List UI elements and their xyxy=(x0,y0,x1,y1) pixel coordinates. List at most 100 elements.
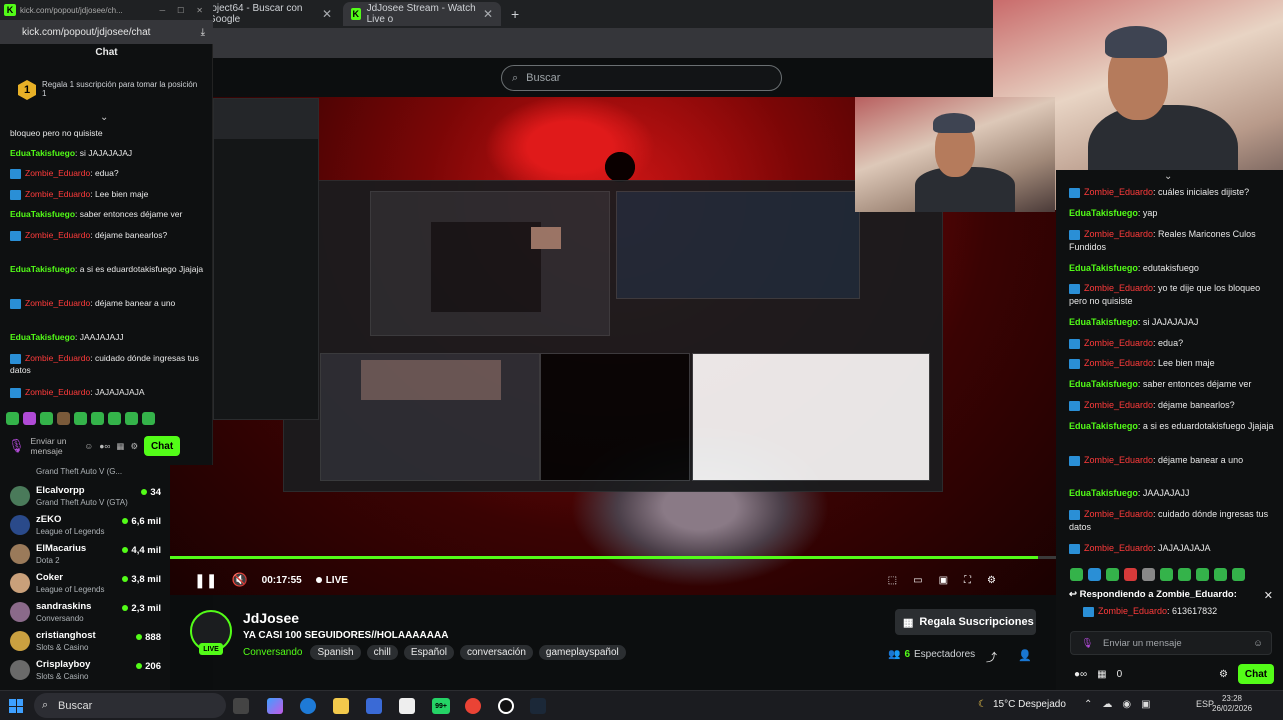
chat-username[interactable]: Zombie_Eduardo xyxy=(1084,283,1153,293)
close-icon[interactable]: ✕ xyxy=(483,7,493,21)
chat-username[interactable]: Zombie_Eduardo xyxy=(1084,543,1153,553)
chat-username[interactable]: EduaTakisfuego xyxy=(10,209,75,219)
emote-icon[interactable] xyxy=(1124,568,1137,581)
pinned-collapse-icon[interactable]: ⌄ xyxy=(1164,171,1172,182)
chat-username[interactable]: Zombie_Eduardo xyxy=(25,298,90,308)
send-chat-button[interactable]: Chat xyxy=(1238,664,1274,684)
gift-icon[interactable]: ▦ xyxy=(116,441,124,452)
emote-icon[interactable] xyxy=(1232,568,1245,581)
chat-username[interactable]: Zombie_Eduardo xyxy=(25,168,90,178)
download-icon[interactable]: ⤓ xyxy=(201,27,213,38)
chat-username[interactable]: Zombie_Eduardo xyxy=(1084,455,1153,465)
emote-icon[interactable] xyxy=(1196,568,1209,581)
browser-tab-google[interactable]: roject64 - Buscar con Google ✕ xyxy=(200,2,340,26)
tray-app-icon[interactable]: ◉ xyxy=(1122,699,1131,710)
tag-chip[interactable]: chill xyxy=(366,645,398,660)
chat-username[interactable]: EduaTakisfuego xyxy=(1069,263,1138,273)
pause-icon[interactable]: ❚❚ xyxy=(194,572,217,589)
edge-icon[interactable] xyxy=(300,698,316,714)
settings-gear-icon[interactable]: ⚙ xyxy=(987,575,996,586)
chat-username[interactable]: Zombie_Eduardo xyxy=(1084,229,1153,239)
points-icon[interactable]: ●∞ xyxy=(99,441,110,451)
steam-icon[interactable] xyxy=(530,698,546,714)
close-reply-icon[interactable]: ✕ xyxy=(1264,589,1273,602)
clip-icon[interactable]: ⬚ xyxy=(888,575,897,586)
share-icon[interactable]: ⤴ xyxy=(986,649,997,665)
recommended-channel[interactable]: Coker 3,8 mil League of Legends xyxy=(10,570,165,598)
settings-gear-icon[interactable]: ⚙ xyxy=(1219,669,1228,680)
recommended-channel[interactable]: cristianghost 888 Slots & Casino xyxy=(10,628,165,656)
send-chat-button[interactable]: Chat xyxy=(144,436,181,456)
tag-chip[interactable]: gameplayspañol xyxy=(538,645,626,660)
mail-icon[interactable] xyxy=(399,698,415,714)
tag-chip[interactable]: Español xyxy=(403,645,454,660)
emote-icon[interactable] xyxy=(1178,568,1191,581)
mute-icon[interactable]: 🔇 xyxy=(231,572,247,588)
emote-icon[interactable] xyxy=(125,412,138,425)
weather-widget[interactable]: ☾ 15°C Despejado xyxy=(978,699,1066,710)
emoji-icon[interactable]: ☺ xyxy=(1253,638,1263,649)
chat-input[interactable]: 🎙 Enviar un mensaje ☺ xyxy=(1070,631,1272,655)
settings-gear-icon[interactable]: ⚙ xyxy=(130,441,138,452)
chat-username[interactable]: Zombie_Eduardo xyxy=(25,353,90,363)
fullscreen-icon[interactable]: ⛶ xyxy=(964,575,971,586)
emote-icon[interactable] xyxy=(1142,568,1155,581)
taskbar-search[interactable]: ⌕ Buscar xyxy=(34,693,226,718)
emote-icon[interactable] xyxy=(23,412,36,425)
tray-app-icon[interactable]: ▣ xyxy=(1141,699,1150,710)
chat-username[interactable]: EduaTakisfuego xyxy=(1069,421,1138,431)
emote-icon[interactable] xyxy=(6,412,19,425)
chat-username[interactable]: Zombie_Eduardo xyxy=(1084,338,1153,348)
chat-username[interactable]: Zombie_Eduardo xyxy=(1084,509,1153,519)
emote-icon[interactable] xyxy=(1070,568,1083,581)
chat-username[interactable]: Zombie_Eduardo xyxy=(1084,400,1153,410)
recommended-channel[interactable]: Elcalvorpp 34 Grand Theft Auto V (GTA) xyxy=(10,483,165,511)
chrome-icon[interactable] xyxy=(465,698,481,714)
emote-icon[interactable] xyxy=(1160,568,1173,581)
new-tab-button[interactable]: + xyxy=(503,2,527,26)
popout-address-bar[interactable]: kick.com/popout/jdjosee/chat ⤓ xyxy=(0,20,213,44)
chat-username[interactable]: Zombie_Eduardo xyxy=(25,230,90,240)
tag-chip[interactable]: conversación xyxy=(460,645,533,660)
copilot-icon[interactable] xyxy=(267,698,283,714)
clock[interactable]: 23:28 26/02/2026 xyxy=(1212,694,1252,714)
tray-app-icon[interactable]: ☁ xyxy=(1102,699,1112,710)
emote-icon[interactable] xyxy=(108,412,121,425)
emote-icon[interactable] xyxy=(57,412,70,425)
search-input[interactable]: ⌕ Buscar xyxy=(501,65,782,91)
stream-category[interactable]: Conversando xyxy=(243,647,302,658)
microphone-icon[interactable]: 🎙 xyxy=(8,438,25,454)
emote-icon[interactable] xyxy=(40,412,53,425)
chat-username[interactable]: EduaTakisfuego xyxy=(1069,379,1138,389)
whatsapp-icon[interactable]: 99+ xyxy=(432,698,450,714)
chat-username[interactable]: EduaTakisfuego xyxy=(10,332,75,342)
pinned-collapse-icon[interactable]: ⌄ xyxy=(100,112,108,123)
chat-username[interactable]: Zombie_Eduardo xyxy=(1084,187,1153,197)
emote-icon[interactable] xyxy=(1106,568,1119,581)
close-icon[interactable]: ✕ xyxy=(322,7,332,21)
chat-username[interactable]: EduaTakisfuego xyxy=(10,148,75,158)
close-icon[interactable]: ✕ xyxy=(196,6,203,15)
emote-icon[interactable] xyxy=(91,412,104,425)
recommended-channel[interactable]: ElMacarius 4,4 mil Dota 2 xyxy=(10,541,165,569)
chat-username[interactable]: EduaTakisfuego xyxy=(10,264,75,274)
maximize-icon[interactable]: ☐ xyxy=(177,6,184,15)
store-icon[interactable] xyxy=(366,698,382,714)
chat-username[interactable]: Zombie_Eduardo xyxy=(25,189,90,199)
minimize-icon[interactable]: ─ xyxy=(159,6,165,15)
file-explorer-icon[interactable] xyxy=(333,698,349,714)
follow-icon[interactable]: 👤 xyxy=(1018,649,1032,662)
chat-username[interactable]: Zombie_Eduardo xyxy=(1084,358,1153,368)
recommended-channel[interactable]: zEKO 6,6 mil League of Legends xyxy=(10,512,165,540)
emote-icon[interactable] xyxy=(1214,568,1227,581)
gift-subs-button[interactable]: ▦ Regala Suscripciones xyxy=(895,609,1036,635)
chat-username[interactable]: Zombie_Eduardo xyxy=(25,387,90,397)
popout-chat-input[interactable]: 🎙 Enviar un mensaje ☺ ●∞ ▦ ⚙ Chat xyxy=(8,430,208,462)
sub-gift-promo[interactable]: 1 Regala 1 suscripción para tomar la pos… xyxy=(18,80,200,100)
browser-tab-stream[interactable]: K JdJosee Stream - Watch Live o ✕ xyxy=(343,2,501,26)
tag-chip[interactable]: Spanish xyxy=(310,645,361,660)
emote-icon[interactable] xyxy=(74,412,87,425)
task-view-icon[interactable] xyxy=(233,698,249,714)
pip-icon[interactable]: ▣ xyxy=(939,575,948,586)
microphone-icon[interactable]: 🎙 xyxy=(1081,638,1093,649)
